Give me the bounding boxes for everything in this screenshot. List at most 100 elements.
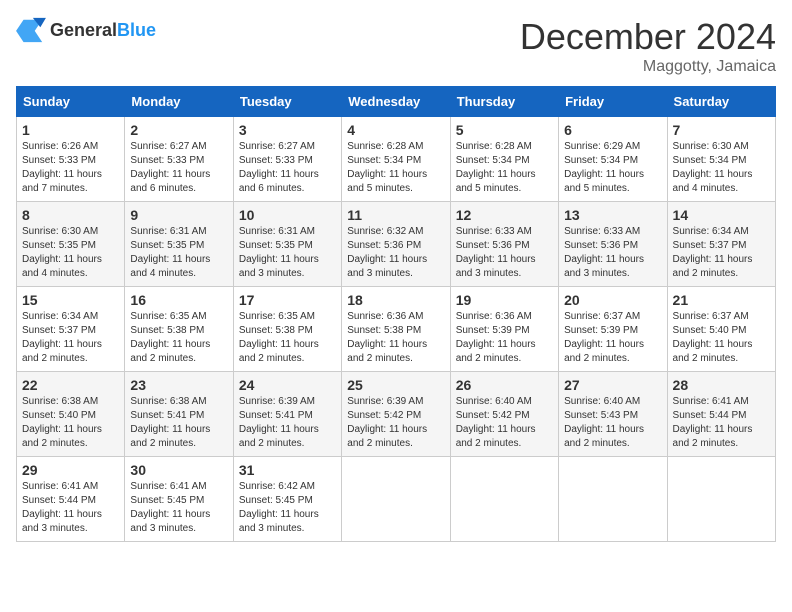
day-cell: 30 Sunrise: 6:41 AMSunset: 5:45 PMDayligh… [125, 457, 233, 542]
day-number: 4 [347, 122, 444, 138]
day-number: 18 [347, 292, 444, 308]
weekday-header-saturday: Saturday [667, 87, 775, 117]
day-info: Sunrise: 6:33 AMSunset: 5:36 PMDaylight:… [564, 225, 661, 281]
day-info: Sunrise: 6:37 AMSunset: 5:39 PMDaylight:… [564, 310, 661, 366]
day-cell: 19 Sunrise: 6:36 AMSunset: 5:39 PMDayligh… [450, 287, 558, 372]
day-info: Sunrise: 6:28 AMSunset: 5:34 PMDaylight:… [456, 140, 553, 196]
day-info: Sunrise: 6:37 AMSunset: 5:40 PMDaylight:… [673, 310, 770, 366]
logo-blue: Blue [117, 20, 156, 40]
week-row-4: 22 Sunrise: 6:38 AMSunset: 5:40 PMDayligh… [17, 372, 776, 457]
logo-icon [16, 16, 46, 44]
day-info: Sunrise: 6:42 AMSunset: 5:45 PMDaylight:… [239, 480, 336, 536]
day-number: 27 [564, 377, 661, 393]
day-info: Sunrise: 6:40 AMSunset: 5:43 PMDaylight:… [564, 395, 661, 451]
day-info: Sunrise: 6:34 AMSunset: 5:37 PMDaylight:… [673, 225, 770, 281]
day-number: 5 [456, 122, 553, 138]
day-number: 7 [673, 122, 770, 138]
day-info: Sunrise: 6:28 AMSunset: 5:34 PMDaylight:… [347, 140, 444, 196]
weekday-header-sunday: Sunday [17, 87, 125, 117]
day-number: 11 [347, 207, 444, 223]
day-cell: 4 Sunrise: 6:28 AMSunset: 5:34 PMDaylight… [342, 117, 450, 202]
logo-text: GeneralBlue [50, 20, 156, 41]
day-cell: 10Sunrise: 6:31 AMSunset: 5:35 PMDayligh… [233, 202, 341, 287]
day-info: Sunrise: 6:36 AMSunset: 5:38 PMDaylight:… [347, 310, 444, 366]
weekday-header-row: SundayMondayTuesdayWednesdayThursdayFrid… [17, 87, 776, 117]
day-number: 13 [564, 207, 661, 223]
day-cell: 25Sunrise: 6:39 AMSunset: 5:42 PMDayligh… [342, 372, 450, 457]
day-info: Sunrise: 6:38 AMSunset: 5:41 PMDaylight:… [130, 395, 227, 451]
day-cell [450, 457, 558, 542]
day-number: 2 [130, 122, 227, 138]
day-number: 10 [239, 207, 336, 223]
day-cell: 9 Sunrise: 6:31 AMSunset: 5:35 PMDaylight… [125, 202, 233, 287]
day-info: Sunrise: 6:30 AMSunset: 5:34 PMDaylight:… [673, 140, 770, 196]
day-cell: 22 Sunrise: 6:38 AMSunset: 5:40 PMDayligh… [17, 372, 125, 457]
day-info: Sunrise: 6:41 AMSunset: 5:45 PMDaylight:… [130, 480, 227, 536]
day-cell: 15 Sunrise: 6:34 AMSunset: 5:37 PMDayligh… [17, 287, 125, 372]
day-cell: 21 Sunrise: 6:37 AMSunset: 5:40 PMDayligh… [667, 287, 775, 372]
week-row-1: 1 Sunrise: 6:26 AMSunset: 5:33 PMDaylight… [17, 117, 776, 202]
day-cell: 6Sunrise: 6:29 AMSunset: 5:34 PMDaylight… [559, 117, 667, 202]
day-info: Sunrise: 6:35 AMSunset: 5:38 PMDaylight:… [130, 310, 227, 366]
day-cell [342, 457, 450, 542]
day-info: Sunrise: 6:36 AMSunset: 5:39 PMDaylight:… [456, 310, 553, 366]
day-cell: 27 Sunrise: 6:40 AMSunset: 5:43 PMDayligh… [559, 372, 667, 457]
day-cell: 17Sunrise: 6:35 AMSunset: 5:38 PMDayligh… [233, 287, 341, 372]
day-number: 1 [22, 122, 119, 138]
day-info: Sunrise: 6:32 AMSunset: 5:36 PMDaylight:… [347, 225, 444, 281]
day-info: Sunrise: 6:39 AMSunset: 5:42 PMDaylight:… [347, 395, 444, 451]
day-cell: 3Sunrise: 6:27 AMSunset: 5:33 PMDaylight… [233, 117, 341, 202]
weekday-header-wednesday: Wednesday [342, 87, 450, 117]
week-row-2: 8 Sunrise: 6:30 AMSunset: 5:35 PMDaylight… [17, 202, 776, 287]
day-info: Sunrise: 6:38 AMSunset: 5:40 PMDaylight:… [22, 395, 119, 451]
day-number: 28 [673, 377, 770, 393]
day-cell: 5 Sunrise: 6:28 AMSunset: 5:34 PMDaylight… [450, 117, 558, 202]
calendar-table: SundayMondayTuesdayWednesdayThursdayFrid… [16, 86, 776, 542]
day-info: Sunrise: 6:26 AMSunset: 5:33 PMDaylight:… [22, 140, 119, 196]
day-cell: 23 Sunrise: 6:38 AMSunset: 5:41 PMDayligh… [125, 372, 233, 457]
day-number: 19 [456, 292, 553, 308]
day-cell [559, 457, 667, 542]
day-number: 21 [673, 292, 770, 308]
month-title: December 2024 [520, 16, 776, 58]
day-cell: 26Sunrise: 6:40 AMSunset: 5:42 PMDayligh… [450, 372, 558, 457]
day-number: 22 [22, 377, 119, 393]
day-cell: 20 Sunrise: 6:37 AMSunset: 5:39 PMDayligh… [559, 287, 667, 372]
day-number: 23 [130, 377, 227, 393]
day-number: 20 [564, 292, 661, 308]
week-row-5: 29 Sunrise: 6:41 AMSunset: 5:44 PMDayligh… [17, 457, 776, 542]
day-info: Sunrise: 6:27 AMSunset: 5:33 PMDaylight:… [239, 140, 336, 196]
page-header: GeneralBlue December 2024 Maggotty, Jama… [16, 16, 776, 76]
week-row-3: 15 Sunrise: 6:34 AMSunset: 5:37 PMDayligh… [17, 287, 776, 372]
logo-general: General [50, 20, 117, 40]
location-title: Maggotty, Jamaica [520, 58, 776, 76]
day-number: 14 [673, 207, 770, 223]
day-cell: 16Sunrise: 6:35 AMSunset: 5:38 PMDayligh… [125, 287, 233, 372]
day-cell: 14 Sunrise: 6:34 AMSunset: 5:37 PMDayligh… [667, 202, 775, 287]
weekday-header-thursday: Thursday [450, 87, 558, 117]
day-number: 30 [130, 462, 227, 478]
day-number: 9 [130, 207, 227, 223]
day-info: Sunrise: 6:34 AMSunset: 5:37 PMDaylight:… [22, 310, 119, 366]
day-info: Sunrise: 6:41 AMSunset: 5:44 PMDaylight:… [673, 395, 770, 451]
weekday-header-tuesday: Tuesday [233, 87, 341, 117]
day-number: 17 [239, 292, 336, 308]
day-info: Sunrise: 6:31 AMSunset: 5:35 PMDaylight:… [130, 225, 227, 281]
day-number: 8 [22, 207, 119, 223]
day-number: 6 [564, 122, 661, 138]
day-cell: 28 Sunrise: 6:41 AMSunset: 5:44 PMDayligh… [667, 372, 775, 457]
day-cell: 31Sunrise: 6:42 AMSunset: 5:45 PMDayligh… [233, 457, 341, 542]
title-block: December 2024 Maggotty, Jamaica [520, 16, 776, 76]
day-info: Sunrise: 6:27 AMSunset: 5:33 PMDaylight:… [130, 140, 227, 196]
day-cell: 11 Sunrise: 6:32 AMSunset: 5:36 PMDayligh… [342, 202, 450, 287]
day-info: Sunrise: 6:40 AMSunset: 5:42 PMDaylight:… [456, 395, 553, 451]
day-number: 29 [22, 462, 119, 478]
day-info: Sunrise: 6:41 AMSunset: 5:44 PMDaylight:… [22, 480, 119, 536]
day-cell: 12Sunrise: 6:33 AMSunset: 5:36 PMDayligh… [450, 202, 558, 287]
day-number: 15 [22, 292, 119, 308]
weekday-header-friday: Friday [559, 87, 667, 117]
day-cell: 24Sunrise: 6:39 AMSunset: 5:41 PMDayligh… [233, 372, 341, 457]
day-info: Sunrise: 6:30 AMSunset: 5:35 PMDaylight:… [22, 225, 119, 281]
day-cell: 2 Sunrise: 6:27 AMSunset: 5:33 PMDaylight… [125, 117, 233, 202]
day-cell: 13 Sunrise: 6:33 AMSunset: 5:36 PMDayligh… [559, 202, 667, 287]
